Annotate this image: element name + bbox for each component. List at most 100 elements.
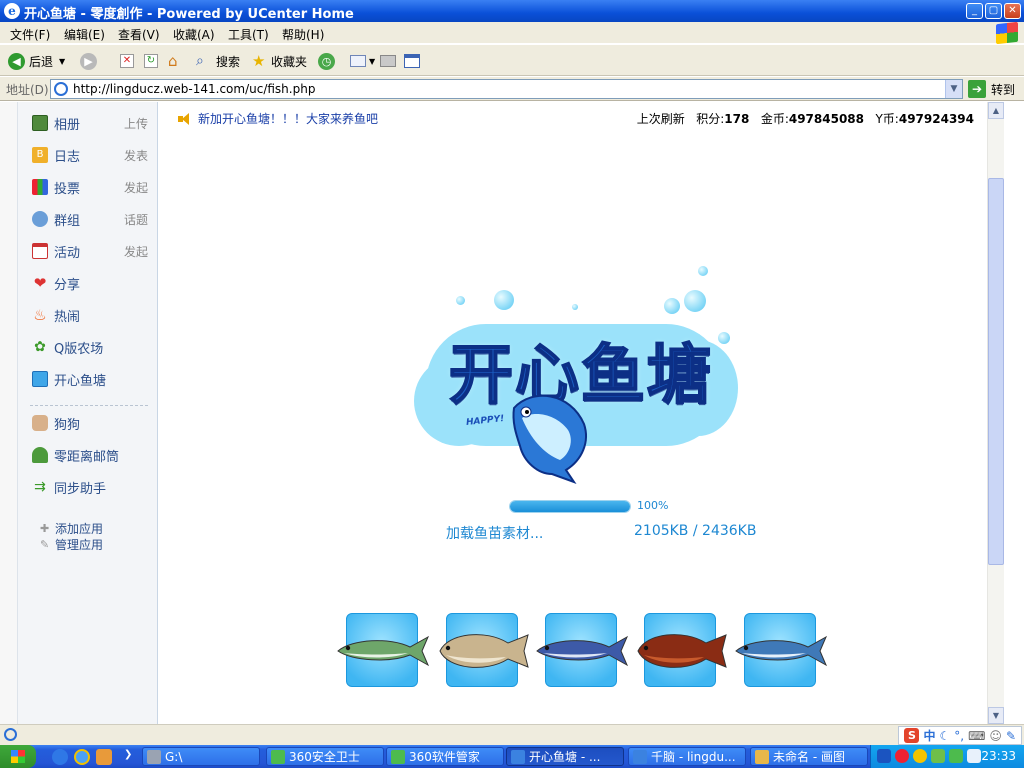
address-dropdown-icon[interactable]: ▼	[945, 80, 962, 98]
sidebar-app-dog[interactable]: 狗狗	[32, 412, 150, 434]
wrench-icon[interactable]: ✎	[1006, 729, 1016, 743]
sidebar-item-poll[interactable]: 投票 发起	[32, 176, 150, 198]
menu-help[interactable]: 帮助(H)	[282, 26, 324, 43]
tray-expand-icon[interactable]	[877, 749, 891, 763]
sidebar-app-mailbox[interactable]: 零距离邮筒	[32, 444, 150, 466]
tray-network-icon[interactable]	[931, 749, 945, 763]
sidebar-item-label[interactable]: 活动	[54, 242, 80, 261]
address-input[interactable]: http://lingducz.web-141.com/uc/fish.php …	[50, 79, 963, 99]
address-url[interactable]: http://lingducz.web-141.com/uc/fish.php	[73, 82, 315, 96]
sogou-ime-icon[interactable]: S	[904, 728, 920, 743]
menu-favorites[interactable]: 收藏(A)	[173, 26, 215, 43]
star-icon: ★	[252, 52, 266, 70]
sidebar-item-farm[interactable]: ✿ Q版农场	[32, 336, 150, 358]
moon-icon[interactable]: ☾	[940, 729, 951, 743]
sidebar-item-action[interactable]: 发起	[124, 179, 148, 196]
task-app-icon	[511, 749, 525, 764]
forward-button[interactable]: ▶	[80, 51, 101, 71]
quicklaunch-ie-icon[interactable]	[74, 749, 90, 765]
tray-qq-icon[interactable]	[895, 749, 909, 763]
ime-language[interactable]: 中	[923, 727, 935, 744]
home-icon: ⌂	[168, 52, 178, 70]
ime-toolbar[interactable]: S 中 ☾ °, ⌨ ☺ ✎	[898, 726, 1022, 745]
menu-file[interactable]: 文件(F)	[10, 26, 50, 43]
taskbar-button[interactable]: 360软件管家	[386, 747, 504, 766]
user-icon[interactable]: ☺	[989, 729, 1002, 743]
gold-value: 497845088	[788, 112, 865, 126]
sidebar-item-label[interactable]: 分享	[54, 274, 80, 293]
back-button[interactable]: ◀ 后退 ▼	[8, 51, 65, 71]
history-icon: ◷	[318, 52, 335, 70]
sidebar-item-label[interactable]: 群组	[54, 210, 80, 229]
quicklaunch-desktop-icon[interactable]	[52, 749, 68, 765]
mail-dropdown-icon[interactable]: ▼	[369, 57, 375, 66]
sidebar-item-share[interactable]: ❤ 分享	[32, 272, 150, 294]
go-button[interactable]: ➔ 转到	[968, 80, 1015, 98]
scroll-up-icon[interactable]: ▲	[988, 102, 1004, 119]
sidebar-item-label[interactable]: 同步助手	[54, 478, 106, 497]
tray-app-icon[interactable]	[913, 749, 927, 763]
sidebar-item-label[interactable]: Q版农场	[54, 338, 103, 357]
taskbar-button[interactable]: 开心鱼塘 - ...	[506, 747, 624, 766]
close-button[interactable]: ✕	[1004, 3, 1021, 19]
scroll-down-icon[interactable]: ▼	[988, 707, 1004, 724]
sidebar-item-event[interactable]: 活动 发起	[32, 240, 150, 262]
history-button[interactable]: ◷	[318, 51, 339, 71]
edit-page-icon	[404, 54, 420, 68]
print-button[interactable]	[380, 51, 396, 71]
menu-edit[interactable]: 编辑(E)	[64, 26, 105, 43]
home-button[interactable]: ⌂	[168, 51, 184, 71]
sidebar-item-action[interactable]: 发起	[124, 243, 148, 260]
vertical-scrollbar[interactable]: ▲ ▼	[987, 102, 1004, 724]
sidebar-item-label[interactable]: 相册	[54, 114, 80, 133]
menu-view[interactable]: 查看(V)	[118, 26, 160, 43]
sidebar-item-action[interactable]: 话题	[124, 211, 148, 228]
search-label: 搜索	[216, 54, 241, 69]
sidebar-item-label[interactable]: 投票	[54, 178, 80, 197]
tray-shield-icon[interactable]	[967, 749, 981, 763]
sidebar-item-hot[interactable]: ♨ 热闹	[32, 304, 150, 326]
fish-eye	[643, 645, 649, 651]
tray-360-icon[interactable]	[949, 749, 963, 763]
quicklaunch-media-icon[interactable]	[96, 749, 112, 765]
favorites-button[interactable]: ★ 收藏夹	[252, 51, 307, 71]
taskbar-button[interactable]: 千脑 - lingdu...	[628, 747, 746, 766]
sidebar-item-label[interactable]: 热闹	[54, 306, 80, 325]
manage-app-link[interactable]: ✎ 管理应用	[40, 536, 103, 553]
sidebar-item-label[interactable]: 零距离邮筒	[54, 446, 119, 465]
sidebar-app-sync[interactable]: ⇉ 同步助手	[32, 476, 150, 498]
edit-button[interactable]	[404, 51, 420, 71]
back-dropdown-icon[interactable]: ▼	[59, 57, 65, 66]
taskbar-button[interactable]: G:\	[142, 747, 260, 766]
sidebar-item-label[interactable]: 开心鱼塘	[54, 370, 106, 389]
sidebar-item-label[interactable]: 日志	[54, 146, 80, 165]
sidebar-item-blog[interactable]: B 日志 发表	[32, 144, 150, 166]
refresh-button[interactable]: ↻	[144, 51, 158, 71]
sidebar-item-action[interactable]: 上传	[124, 115, 148, 132]
page-content: 相册 上传 B 日志 发表 投票 发起 群组 话题 活动 发起 ❤ 分享 ♨ 热…	[0, 102, 1004, 724]
scroll-thumb[interactable]	[988, 178, 1004, 565]
sidebar-item-label[interactable]: 狗狗	[54, 414, 80, 433]
start-button[interactable]	[0, 745, 36, 768]
window-title-bar[interactable]: e 开心鱼塘 - 零度創作 - Powered by UCenter Home …	[0, 0, 1024, 22]
mail-button[interactable]: ▼	[350, 51, 375, 71]
loading-progress-bar	[509, 500, 631, 513]
last-refresh-link[interactable]: 上次刷新	[637, 112, 685, 126]
minimize-button[interactable]: _	[966, 3, 983, 19]
sidebar-item-action[interactable]: 发表	[124, 147, 148, 164]
sidebar-item-group[interactable]: 群组 话题	[32, 208, 150, 230]
sidebar-item-album[interactable]: 相册 上传	[32, 112, 150, 134]
punctuation-icon[interactable]: °,	[954, 729, 964, 743]
taskbar-button[interactable]: 未命名 - 画图	[750, 747, 868, 766]
add-app-link[interactable]: ✚ 添加应用	[40, 520, 103, 537]
stop-button[interactable]: ✕	[120, 51, 134, 71]
menu-tools[interactable]: 工具(T)	[228, 26, 269, 43]
taskbar-button[interactable]: 360安全卫士	[266, 747, 384, 766]
task-label: 未命名 - 画图	[773, 750, 845, 764]
keyboard-icon[interactable]: ⌨	[968, 729, 985, 743]
quicklaunch-more-icon[interactable]: ❯	[124, 749, 132, 760]
search-button[interactable]: ⌕ 搜索	[196, 51, 240, 71]
maximize-button[interactable]: ▢	[985, 3, 1002, 19]
sidebar-item-fishpond[interactable]: 开心鱼塘	[32, 368, 150, 390]
notice-text[interactable]: 新加开心鱼塘！！！大家来养鱼吧	[198, 110, 378, 127]
